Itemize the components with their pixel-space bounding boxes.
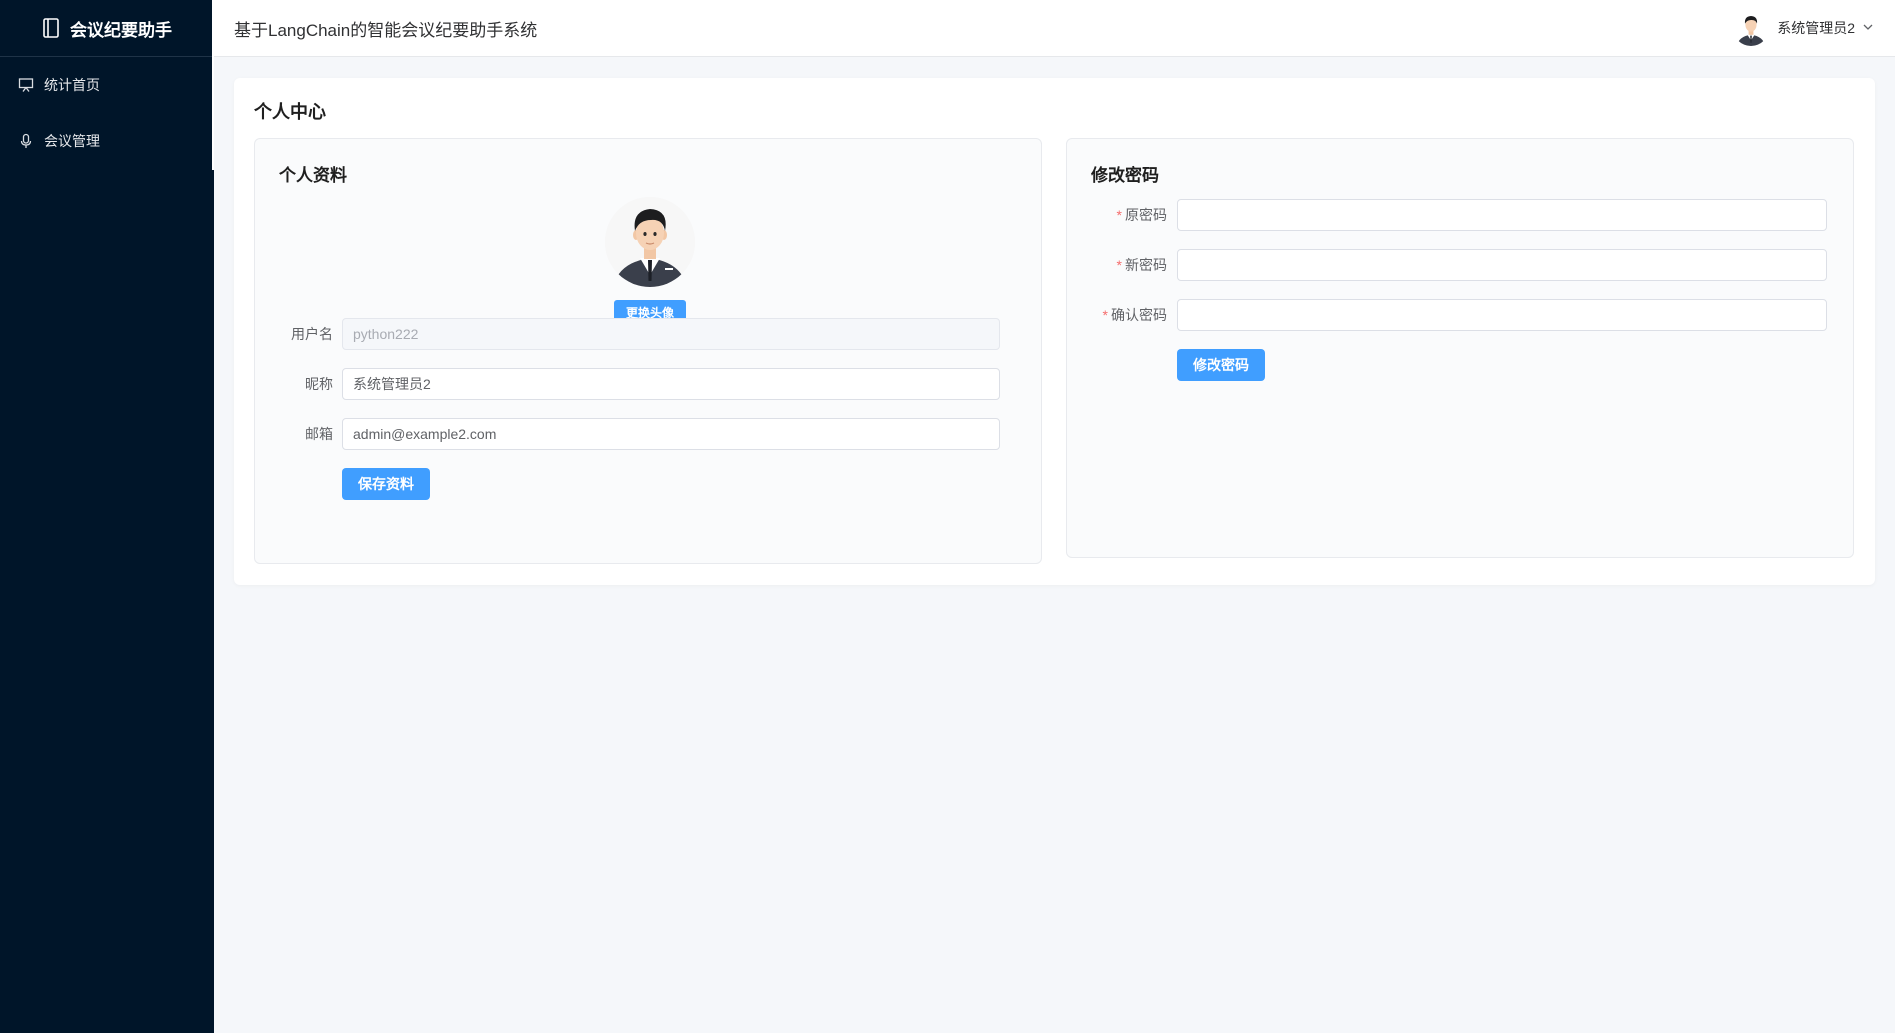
sidebar: 会议纪要助手 统计首页 会议管理 bbox=[0, 0, 214, 1033]
old-password-field[interactable] bbox=[1177, 199, 1827, 231]
profile-card-title: 个人资料 bbox=[279, 166, 347, 185]
system-title: 基于LangChain的智能会议纪要助手系统 bbox=[234, 20, 538, 40]
nickname-label: 昵称 bbox=[305, 376, 333, 392]
top-header: 基于LangChain的智能会议纪要助手系统 系统管理员2 bbox=[214, 0, 1895, 57]
confirm-password-label: * 确认密码 bbox=[1102, 307, 1167, 323]
sidebar-item-meetings[interactable]: 会议管理 bbox=[0, 113, 214, 169]
email-field[interactable] bbox=[342, 418, 1000, 450]
presentation-icon bbox=[18, 77, 34, 93]
required-mark: * bbox=[1102, 307, 1108, 323]
email-label: 邮箱 bbox=[305, 426, 333, 442]
save-profile-button[interactable]: 保存资料 bbox=[342, 468, 430, 500]
sidebar-menu: 统计首页 会议管理 bbox=[0, 57, 214, 169]
nickname-field[interactable] bbox=[342, 368, 1000, 400]
required-mark: * bbox=[1116, 257, 1122, 273]
profile-center-panel: 个人中心 个人资料 更换头像 用户名 python222 昵称 系统管理员2 邮… bbox=[234, 78, 1875, 585]
user-name: 系统管理员2 bbox=[1777, 20, 1855, 36]
change-password-button[interactable]: 修改密码 bbox=[1177, 349, 1265, 381]
password-card: 修改密码 * 原密码 * 新密码 * 确认密码 修改密码 bbox=[1066, 138, 1854, 558]
avatar bbox=[605, 197, 695, 287]
microphone-icon bbox=[18, 133, 34, 149]
email-row: 邮箱 bbox=[275, 418, 1000, 450]
avatar bbox=[1733, 10, 1770, 46]
confirm-password-row: * 确认密码 bbox=[1087, 299, 1827, 331]
new-password-field[interactable] bbox=[1177, 249, 1827, 281]
chevron-down-icon bbox=[1863, 19, 1873, 37]
username-row: 用户名 bbox=[275, 318, 1000, 350]
notebook-icon bbox=[42, 18, 60, 38]
page-title: 个人中心 bbox=[254, 102, 326, 122]
brand-title: 会议纪要助手 bbox=[70, 20, 172, 40]
sidebar-brand: 会议纪要助手 bbox=[0, 0, 214, 57]
sidebar-item-dashboard[interactable]: 统计首页 bbox=[0, 57, 214, 113]
new-password-row: * 新密码 bbox=[1087, 249, 1827, 281]
required-mark: * bbox=[1116, 207, 1122, 223]
old-password-row: * 原密码 bbox=[1087, 199, 1827, 231]
old-password-label: * 原密码 bbox=[1116, 207, 1167, 223]
profile-card: 个人资料 更换头像 用户名 python222 昵称 系统管理员2 邮箱 adm… bbox=[254, 138, 1042, 564]
new-password-label: * 新密码 bbox=[1116, 257, 1167, 273]
username-label: 用户名 bbox=[291, 326, 333, 342]
nickname-row: 昵称 bbox=[275, 368, 1000, 400]
main-content: 个人中心 个人资料 更换头像 用户名 python222 昵称 系统管理员2 邮… bbox=[214, 57, 1895, 1033]
password-card-title: 修改密码 bbox=[1091, 166, 1159, 185]
sidebar-item-label: 统计首页 bbox=[44, 77, 100, 93]
user-menu[interactable]: 系统管理员2 bbox=[1733, 10, 1873, 46]
confirm-password-field[interactable] bbox=[1177, 299, 1827, 331]
username-field bbox=[342, 318, 1000, 350]
sidebar-item-label: 会议管理 bbox=[44, 133, 100, 149]
